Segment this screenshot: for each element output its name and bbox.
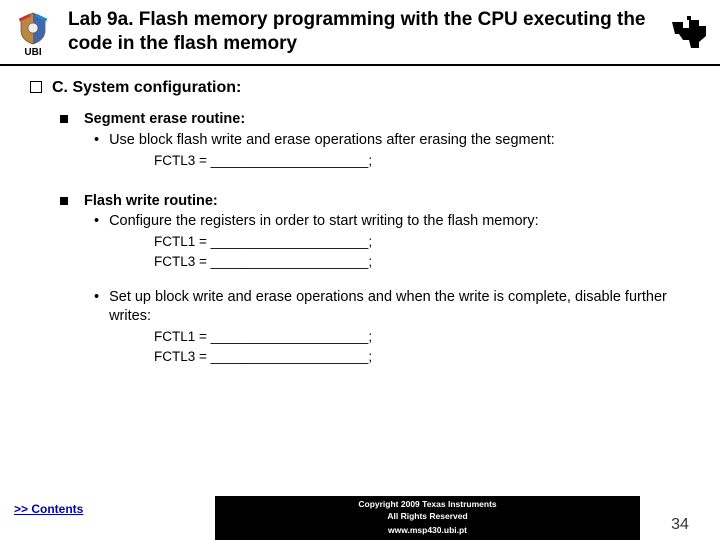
ubi-label: UBI xyxy=(24,47,41,58)
subsection-title: Flash write routine: xyxy=(84,192,690,211)
bullet-point: • Configure the registers in order to st… xyxy=(94,212,690,231)
copyright-url: www.msp430.ubi.pt xyxy=(215,525,640,536)
point-text: Use block flash write and erase operatio… xyxy=(109,131,690,150)
section-heading: C. System configuration: xyxy=(30,78,690,99)
ubi-logo: UBI xyxy=(8,10,58,58)
code-line: FCTL1 = _____________________; xyxy=(154,233,690,251)
subsection: Flash write routine: • Configure the reg… xyxy=(60,192,690,366)
ubi-crest-icon xyxy=(15,10,51,46)
ti-logo-icon xyxy=(668,14,710,54)
slide-content: C. System configuration: Segment erase r… xyxy=(0,66,720,366)
point-text: Set up block write and erase operations … xyxy=(109,288,690,326)
slide-number: 34 xyxy=(640,496,720,540)
square-bullet-icon xyxy=(60,197,68,205)
contents-link[interactable]: >> Contents xyxy=(0,496,215,540)
slide-footer: >> Contents Copyright 2009 Texas Instrum… xyxy=(0,496,720,540)
bullet-point: • Use block flash write and erase operat… xyxy=(94,131,690,150)
code-line: FCTL3 = _____________________; xyxy=(154,152,690,170)
subsection-title: Segment erase routine: xyxy=(84,110,690,129)
dot-bullet-icon: • xyxy=(94,288,99,326)
box-bullet-icon xyxy=(30,81,42,93)
code-line: FCTL3 = _____________________; xyxy=(154,348,690,366)
copyright-line: All Rights Reserved xyxy=(215,511,640,522)
square-bullet-icon xyxy=(60,115,68,123)
dot-bullet-icon: • xyxy=(94,212,99,231)
dot-bullet-icon: • xyxy=(94,131,99,150)
code-line: FCTL1 = _____________________; xyxy=(154,328,690,346)
slide-title: Lab 9a. Flash memory programming with th… xyxy=(66,6,668,62)
code-line: FCTL3 = _____________________; xyxy=(154,253,690,271)
copyright-box: Copyright 2009 Texas Instruments All Rig… xyxy=(215,496,640,540)
copyright-line: Copyright 2009 Texas Instruments xyxy=(215,499,640,510)
subsection: Segment erase routine: • Use block flash… xyxy=(60,110,690,169)
slide-header: UBI Lab 9a. Flash memory programming wit… xyxy=(0,0,720,66)
point-text: Configure the registers in order to star… xyxy=(109,212,690,231)
bullet-point: • Set up block write and erase operation… xyxy=(94,288,690,326)
section-title: C. System configuration: xyxy=(52,78,241,99)
